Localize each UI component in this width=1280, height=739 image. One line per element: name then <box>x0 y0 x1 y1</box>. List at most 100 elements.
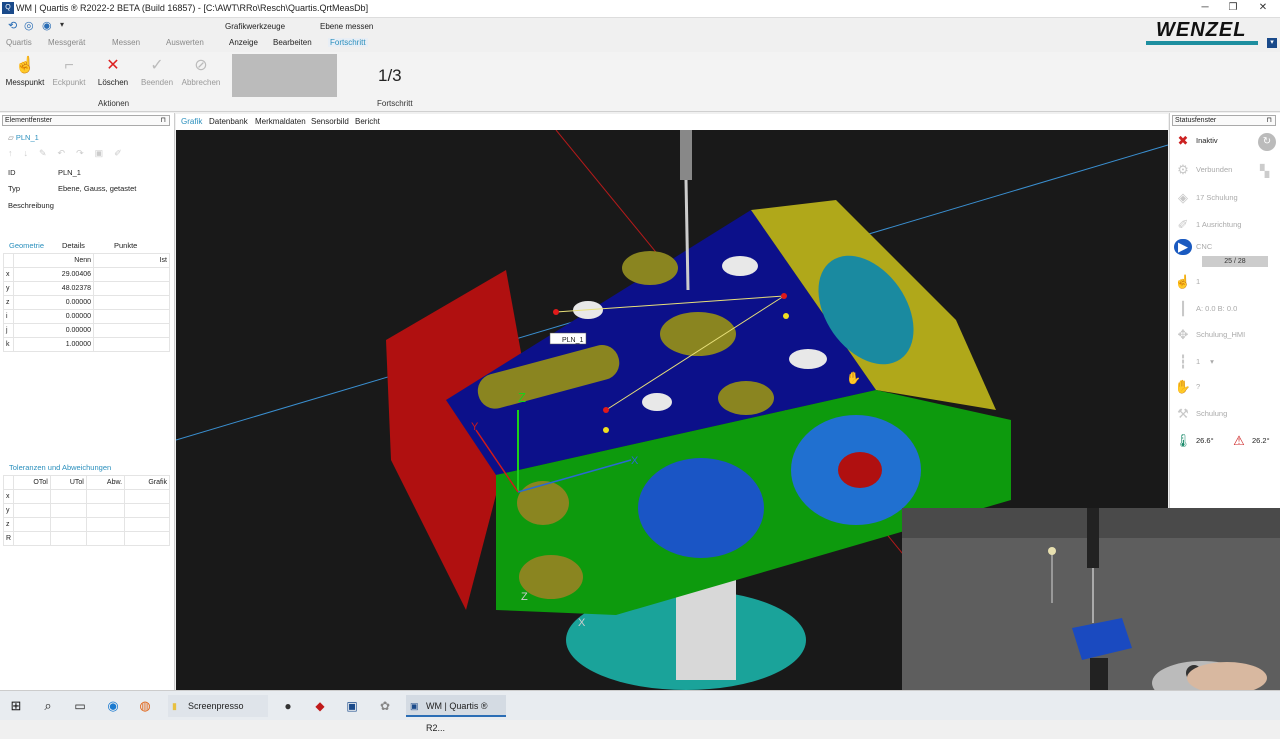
move-up-icon[interactable]: ↑ <box>8 148 24 158</box>
subtab-geometrie[interactable]: Geometrie <box>9 241 44 250</box>
table-row[interactable]: z 0.00000 <box>3 295 170 310</box>
table-row[interactable]: z <box>2 517 170 532</box>
col-utol: UTol <box>49 475 87 490</box>
delete-icon: ✕ <box>106 57 120 74</box>
taskbar-screenpresso[interactable]: ▮ Screenpresso <box>168 695 268 717</box>
tab-auswerten[interactable]: Auswerten <box>166 38 204 47</box>
close-icon[interactable]: ✕ <box>1248 0 1278 16</box>
search-icon[interactable]: ⌕ <box>38 695 58 717</box>
taskbar-quartis-window[interactable]: ▣ WM | Quartis ® R2... <box>406 695 506 733</box>
tab-messen[interactable]: Messen <box>112 38 140 47</box>
play-icon: ▶ <box>1174 239 1192 255</box>
tab-datenbank[interactable]: Datenbank <box>209 117 248 126</box>
table-row[interactable]: y 48.02378 <box>3 281 170 296</box>
table-row[interactable]: x <box>2 489 170 504</box>
row-value: 0.00000 <box>13 309 94 324</box>
move-down-icon[interactable]: ↓ <box>24 148 40 158</box>
top-hole <box>718 381 774 415</box>
tab-bericht[interactable]: Bericht <box>355 117 380 126</box>
status-item-cnc[interactable]: ▶ CNC <box>1174 239 1212 255</box>
minimize-icon[interactable]: ─ <box>1190 0 1220 16</box>
beenden-button[interactable]: ✓ Beenden <box>137 56 177 87</box>
finish-icon: ✓ <box>150 57 164 74</box>
tab-fortschritt[interactable]: Fortschritt <box>328 38 368 47</box>
status-item-schulung[interactable]: ◈ 17 Schulung <box>1174 190 1238 206</box>
training-icon: ⚒ <box>1177 406 1189 421</box>
status-item-ausrichtung[interactable]: ✐ 1 Ausrichtung <box>1174 217 1242 233</box>
element-tree-item[interactable]: ▱ PLN_1 <box>8 133 39 142</box>
subtab-punkte[interactable]: Punkte <box>114 241 137 250</box>
tab-grafik[interactable]: Grafik <box>181 117 202 126</box>
abbrechen-button[interactable]: ⊘ Abbrechen <box>181 56 221 87</box>
element-panel-header: Elementfenster ⊓ <box>2 115 170 126</box>
taskbar: ⊞ ⌕ ▭ ◉ ◍ ▮ Screenpresso ● ◆ ▣ ✿ ▣ WM | Qu… <box>0 690 1280 733</box>
temperature-value: 26.2° <box>1252 435 1270 445</box>
logo-text: WENZEL <box>1156 19 1247 41</box>
settings-icon[interactable]: ◉ <box>42 19 52 32</box>
app-red-icon[interactable]: ◆ <box>310 695 330 717</box>
quartis-icon[interactable]: ▣ <box>342 695 362 717</box>
subtab-details[interactable]: Details <box>62 241 85 250</box>
messpunkt-button[interactable]: ☝ Messpunkt <box>5 56 45 87</box>
lock-icon[interactable]: ▣ <box>95 148 115 158</box>
measure-point <box>553 309 559 315</box>
table-row[interactable]: R <box>2 531 170 546</box>
firefox-icon[interactable]: ◍ <box>135 695 155 717</box>
undo-icon[interactable]: ↶ <box>58 148 77 158</box>
target-icon[interactable]: ◎ <box>24 19 34 32</box>
col-otol: OTol <box>13 475 51 490</box>
row-name: x <box>3 267 14 282</box>
id-value: PLN_1 <box>58 168 81 177</box>
status-item-schulung2[interactable]: ⚒ Schulung <box>1174 406 1227 422</box>
cancel-icon: ⊘ <box>194 57 208 74</box>
tab-merkmaldaten[interactable]: Merkmaldaten <box>255 117 306 126</box>
tab-sensorbild[interactable]: Sensorbild <box>311 117 349 126</box>
ribbon-expand-icon[interactable]: ▾ <box>1267 38 1277 48</box>
dropdown-icon[interactable]: ▾ <box>1210 357 1214 366</box>
table-row[interactable]: x 29.00406 <box>3 267 170 282</box>
status-item-verbunden[interactable]: ⚙ Verbunden <box>1174 162 1232 178</box>
redo-icon[interactable]: ↷ <box>76 148 95 158</box>
front-hole-small <box>517 481 569 525</box>
status-item-inaktiv[interactable]: ✖ Inaktiv <box>1174 133 1218 149</box>
app-icon: Q <box>2 2 14 14</box>
edge-icon[interactable]: ◉ <box>103 695 123 717</box>
qat-dropdown-icon[interactable]: ▾ <box>60 20 64 29</box>
app-circle-icon[interactable]: ● <box>278 695 298 717</box>
geometry-header-row: Nenn Ist <box>3 253 170 268</box>
taskbar-label: Screenpresso <box>188 701 244 711</box>
axis-z-label: Z <box>518 390 526 405</box>
eckpunkt-button[interactable]: ⌐ Eckpunkt <box>49 56 89 87</box>
windows-start-icon[interactable]: ⊞ <box>6 695 26 717</box>
measure-point <box>603 407 609 413</box>
screenpresso-icon[interactable]: ✿ <box>375 695 395 717</box>
table-row[interactable]: i 0.00000 <box>3 309 170 324</box>
pin-icon[interactable]: ⊓ <box>161 116 166 125</box>
status-label: 1 <box>1196 276 1201 286</box>
status-item-hmi[interactable]: ✥ Schulung_HMI <box>1174 327 1246 343</box>
pencil-icon[interactable]: ✐ <box>114 148 133 158</box>
status-item-sensor[interactable]: ┇ 1 ▾ <box>1174 354 1214 370</box>
tab-anzeige[interactable]: Anzeige <box>229 38 258 47</box>
col-actual: Ist <box>93 253 170 268</box>
row-name: i <box>3 309 14 324</box>
tab-bearbeiten[interactable]: Bearbeiten <box>273 38 312 47</box>
back-icon[interactable]: ⟲ <box>8 19 17 32</box>
task-view-icon[interactable]: ▭ <box>70 695 90 717</box>
table-row[interactable]: j 0.00000 <box>3 323 170 338</box>
status-item-probe[interactable]: ☝ 1 <box>1174 274 1200 290</box>
table-row[interactable]: k 1.00000 <box>3 337 170 352</box>
type-value: Ebene, Gauss, getastet <box>58 184 137 193</box>
edit-icon[interactable]: ✎ <box>39 148 58 158</box>
refresh-icon[interactable]: ↻ <box>1258 133 1276 151</box>
table-row[interactable]: y <box>2 503 170 518</box>
pin-icon[interactable]: ⊓ <box>1267 116 1272 125</box>
loeschen-button[interactable]: ✕ Löschen <box>93 56 133 87</box>
tab-messgeraet[interactable]: Messgerät <box>48 38 85 47</box>
status-label: A: 0.0 B: 0.0 <box>1196 303 1238 313</box>
restore-icon[interactable]: ❐ <box>1218 0 1248 16</box>
quartis-window-icon: ▣ <box>410 701 419 711</box>
tab-quartis[interactable]: Quartis <box>6 38 32 47</box>
status-item-unknown[interactable]: ✋? <box>1174 379 1200 395</box>
status-item-angle[interactable]: ┃ A: 0.0 B: 0.0 <box>1174 301 1237 317</box>
